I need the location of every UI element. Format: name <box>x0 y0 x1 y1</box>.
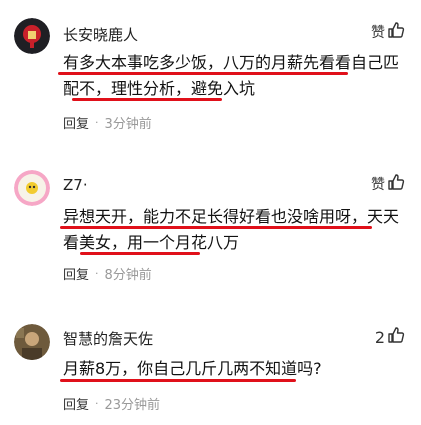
like-button[interactable]: 2 <box>375 326 405 348</box>
reply-button[interactable]: 回复 <box>63 113 89 132</box>
thumbs-up-icon <box>387 173 405 195</box>
comment-item: Z7· 赞 异想天开，能力不足长得好看也没啥用呀，天天 看美女，用一个月花八万 … <box>0 140 421 290</box>
reply-button[interactable]: 回复 <box>63 264 89 283</box>
username[interactable]: 长安晓鹿人 <box>63 24 138 45</box>
separator-dot: · <box>95 116 99 129</box>
comment-text: 异想天开，能力不足长得好看也没啥用呀，天天 看美女，用一个月花八万 <box>63 204 413 256</box>
underline-mark <box>60 226 372 229</box>
separator-dot: · <box>95 267 99 280</box>
timestamp: 8分钟前 <box>104 268 152 283</box>
comment-meta: 回复 · 8分钟前 <box>63 264 152 283</box>
thumbs-up-icon <box>387 21 405 43</box>
comment-meta: 回复 · 3分钟前 <box>63 113 152 132</box>
like-button[interactable]: 赞 <box>371 21 405 43</box>
reply-button[interactable]: 回复 <box>63 394 89 413</box>
comment-item: 智慧的詹天佐 2 月薪8万，你自己几斤几两不知道吗? 回复 · 23分钟前 <box>0 290 421 425</box>
separator-dot: · <box>95 397 99 410</box>
timestamp: 3分钟前 <box>104 117 152 132</box>
comment-text: 有多大本事吃多少饭，八万的月薪先看看自己匹 配不，理性分析，避免入坑 <box>63 50 413 102</box>
avatar[interactable] <box>14 170 50 206</box>
like-label: 赞 <box>371 25 385 41</box>
username[interactable]: Z7· <box>63 176 88 194</box>
avatar[interactable] <box>14 324 50 360</box>
avatar[interactable] <box>14 18 50 54</box>
username[interactable]: 智慧的詹天佐 <box>63 328 153 349</box>
underline-mark <box>72 98 222 101</box>
underline-mark <box>58 72 348 75</box>
like-button[interactable]: 赞 <box>371 173 405 195</box>
underline-mark <box>60 379 296 382</box>
underline-mark <box>80 252 200 255</box>
thumbs-up-icon <box>387 326 405 348</box>
like-count: 2 <box>374 327 385 347</box>
timestamp: 23分钟前 <box>104 398 161 413</box>
comment-item: 长安晓鹿人 赞 有多大本事吃多少饭，八万的月薪先看看自己匹 配不，理性分析，避免… <box>0 0 421 140</box>
like-label: 赞 <box>371 177 385 193</box>
comment-meta: 回复 · 23分钟前 <box>63 394 160 413</box>
